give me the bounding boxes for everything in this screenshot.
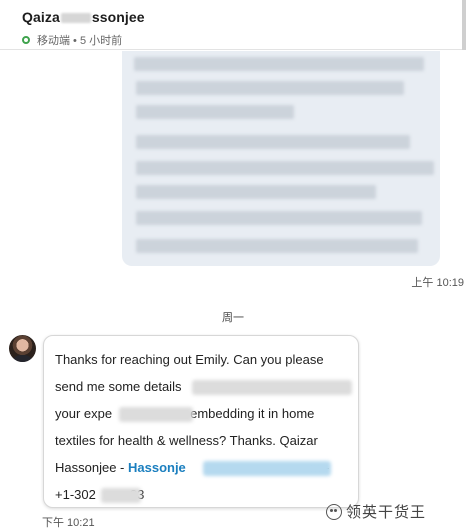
redacted-text-segment (192, 380, 352, 395)
redacted-text-line (136, 135, 410, 149)
incoming-message-time: 下午 10:21 (42, 517, 95, 529)
online-status-icon (22, 36, 30, 44)
redacted-text-line (136, 161, 434, 175)
redacted-phone-segment (101, 488, 141, 503)
message-line: send me some details (55, 373, 352, 400)
contact-name-last: ssonjee (91, 9, 145, 25)
message-text: send me some details (55, 379, 182, 394)
redacted-name-segment (60, 13, 91, 24)
wechat-icon (326, 503, 342, 520)
conversation-header: Qaiza ssonjee 移动端 • 5 小时前 (0, 0, 466, 50)
message-text: your expe (55, 406, 113, 421)
message-line: Thanks for reaching out Emily. Can you p… (55, 346, 348, 373)
watermark: 领英干货王 (326, 501, 426, 522)
redacted-link-segment (203, 461, 331, 476)
redacted-text-line (136, 211, 422, 225)
message-line: +1-30283 (55, 481, 348, 508)
redacted-text-segment (119, 407, 193, 422)
presence-text: 移动端 • 5 小时前 (37, 35, 123, 47)
message-text: textiles for health & wellness? Thanks. … (55, 433, 318, 448)
incoming-message-bubble: Thanks for reaching out Emily. Can you p… (43, 335, 359, 508)
message-line: Hassonjee - Hassonjem - (55, 454, 348, 481)
scrollbar[interactable] (462, 0, 466, 50)
contact-name[interactable]: Qaiza ssonjee (22, 9, 145, 25)
profile-link-start[interactable]: Hassonje (128, 460, 186, 475)
day-separator: 周一 (222, 312, 244, 324)
watermark-text: 领英干货王 (346, 504, 427, 521)
presence-status: 移动端 • 5 小时前 (22, 32, 122, 48)
outgoing-message-bubble (122, 51, 440, 266)
message-text: Thanks for reaching out Emily. Can you p… (55, 352, 324, 367)
redacted-text-line (136, 105, 294, 119)
outgoing-message-time: 上午 10:19 (411, 277, 464, 289)
redacted-text-line (136, 81, 404, 95)
contact-name-first: Qaiza (22, 9, 60, 25)
message-line: your expe embedding it in home (55, 400, 348, 427)
message-line: textiles for health & wellness? Thanks. … (55, 427, 348, 454)
redacted-text-line (136, 239, 418, 253)
redacted-text-line (136, 185, 376, 199)
redacted-text-line (134, 57, 424, 71)
message-text: Hassonjee - (55, 460, 128, 475)
phone-number-start: +1-302 (55, 487, 96, 502)
message-text: embedding it in home (190, 406, 315, 421)
avatar[interactable] (9, 335, 36, 362)
